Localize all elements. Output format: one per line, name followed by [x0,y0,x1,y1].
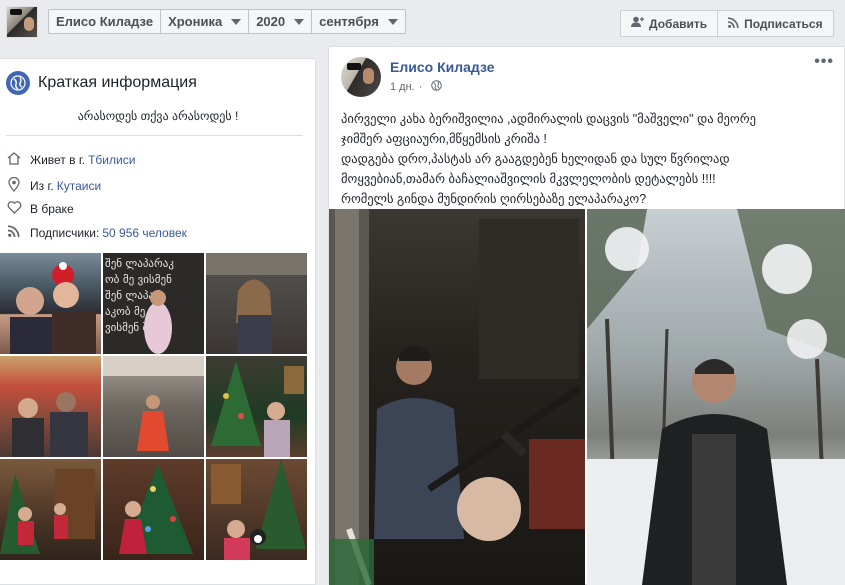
globe-icon [6,71,30,95]
svg-text:შენ ლაპარაკ: შენ ლაპარაკ [105,257,174,270]
svg-text:ობ მე ვისმენ: ობ მე ვისმენ [105,273,172,286]
from-prefix: Из г. [30,179,54,193]
heart-icon [6,201,22,217]
photo-thumbnail[interactable] [0,356,101,457]
post-text: პირველი კახა ბერიშვილია ,ადმირალის დაცვი… [341,109,831,209]
lives-in-prefix: Живет в г. [30,153,86,167]
post-timestamp[interactable]: 1 дн. [390,81,415,93]
svg-text:აკობ მე: აკობ მე [105,305,145,318]
rss-icon [728,16,739,31]
photo-thumbnail[interactable] [103,356,204,457]
post-text-line: მოყვებიან,თამარ ბაჩალიაშვილის მკვლელობის… [341,172,716,186]
post-photo[interactable] [587,209,845,585]
lives-in-city-link[interactable]: Тбилиси [88,153,135,167]
home-icon [6,152,22,168]
photo-thumbnail[interactable] [206,459,307,560]
timeline-post: Елисо Киладзе 1 дн. · ••• პირველი კახა ბ… [328,46,845,585]
chevron-down-icon [231,18,242,25]
post-options-button[interactable]: ••• [814,53,834,71]
photo-thumbnail[interactable] [103,459,204,560]
intro-header: Краткая информация [6,71,197,95]
month-dropdown-label: сентября [319,14,379,29]
followers-row: Подписчики: 50 956 человек [6,225,187,240]
year-dropdown-label: 2020 [256,14,286,29]
name-dropdown-label: Елисо Киладзе [56,14,154,29]
photo-thumbnail[interactable] [206,253,307,354]
post-text-line: ჯიმშერ აფციაური,მწყემსის კრიშა ! [341,132,547,146]
timeline-nav-bar: Елисо Киладзе Хроника 2020 сентября Доба… [0,0,845,45]
bio-text: არასოდეს თქვა არასოდეს ! [77,109,239,123]
add-person-icon [631,16,644,31]
post-author-name[interactable]: Елисо Киладзе [390,59,495,75]
lives-in-row: Живет в г. Тбилиси [6,152,135,168]
subscribe-button[interactable]: Подписаться [717,11,832,36]
post-photo[interactable] [329,209,585,585]
divider [6,135,303,136]
location-pin-icon [6,176,22,195]
profile-thumbnail[interactable] [6,6,38,38]
photo-thumbnail[interactable]: შენ ლაპარაკ ობ მე ვისმენ შენ ლაპარ აკობ მე ვ… [103,253,204,354]
photo-thumbnail[interactable] [0,253,101,354]
photo-thumbnail[interactable] [0,459,101,560]
post-author-avatar[interactable] [341,57,381,97]
from-row: Из г. Кутаиси [6,176,101,195]
photo-grid: შენ ლაპარაკ ობ მე ვისმენ შენ ლაპარ აკობ მე ვ… [0,253,310,560]
rss-icon [6,225,22,240]
add-friend-button[interactable]: Добавить [621,11,717,36]
followers-prefix: Подписчики: [30,225,100,240]
chevron-down-icon [294,18,305,25]
intro-title: Краткая информация [38,74,197,91]
meta-separator: · [418,81,423,93]
section-dropdown-label: Хроника [168,14,223,29]
post-text-line: რომელს გინდა მუნდირის ღირსებაზე ელაპარაკ… [341,192,647,206]
timeline-filters: Елисо Киладзе Хроника 2020 сентября [48,9,406,34]
intro-card: Краткая информация არასოდეს თქვა არასოდე… [0,58,316,585]
post-meta: 1 дн. · [390,80,443,94]
section-dropdown[interactable]: Хроника [161,10,250,33]
subscribe-label: Подписаться [744,16,823,31]
month-dropdown[interactable]: сентября [312,10,405,33]
post-text-line: დადგება დრო,პასტას არ გააგდებენ ხელიდან … [341,152,730,166]
from-city-link[interactable]: Кутаиси [57,179,101,193]
year-dropdown[interactable]: 2020 [249,10,313,33]
name-dropdown[interactable]: Елисо Киладзе [49,10,162,33]
photo-thumbnail[interactable] [206,356,307,457]
add-friend-label: Добавить [649,16,708,31]
chevron-down-icon [387,18,398,25]
followers-count-link[interactable]: 50 956 человек [102,226,187,240]
relationship-status: В браке [30,202,74,216]
public-audience-icon[interactable] [431,80,443,94]
post-text-line: პირველი კახა ბერიშვილია ,ადმირალის დაცვი… [341,112,757,126]
relationship-row: В браке [6,201,74,217]
profile-actions: Добавить Подписаться [620,10,834,37]
